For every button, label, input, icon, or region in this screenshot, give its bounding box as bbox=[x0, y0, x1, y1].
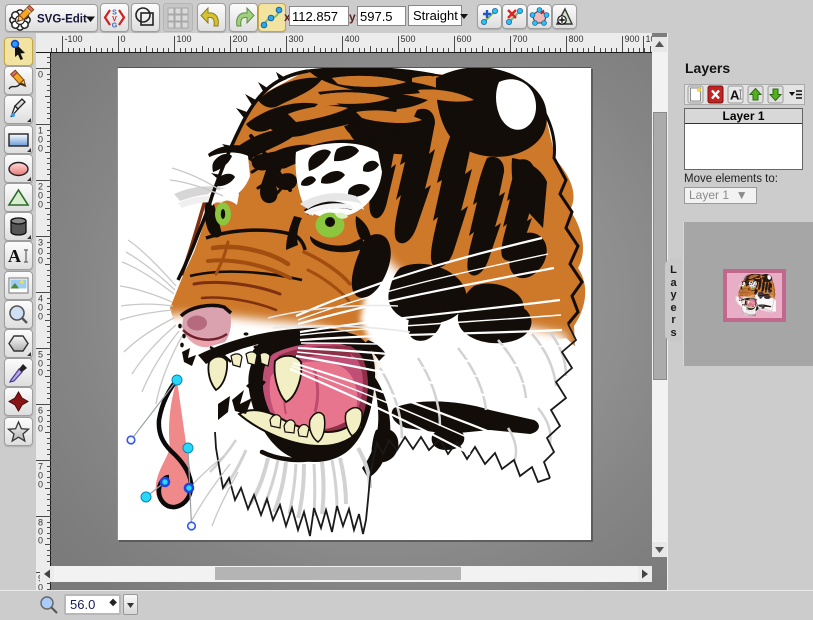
svg-text:A: A bbox=[730, 88, 740, 103]
svg-text:700: 700 bbox=[513, 34, 528, 44]
svg-text:0: 0 bbox=[38, 424, 43, 434]
svg-text:A: A bbox=[8, 246, 21, 266]
svg-text:G: G bbox=[112, 23, 118, 30]
svg-text:0: 0 bbox=[38, 144, 43, 154]
svg-text:500: 500 bbox=[401, 34, 416, 44]
svg-text:SVG-Edit: SVG-Edit bbox=[37, 14, 87, 26]
svg-text:100: 100 bbox=[177, 34, 192, 44]
svg-text:0: 0 bbox=[38, 536, 43, 546]
svg-text:0: 0 bbox=[38, 200, 43, 210]
svg-text:0: 0 bbox=[38, 368, 43, 378]
svg-text:900: 900 bbox=[625, 34, 640, 44]
svg-text:0: 0 bbox=[121, 34, 126, 44]
svg-text:0: 0 bbox=[38, 480, 43, 490]
svg-text:600: 600 bbox=[457, 34, 472, 44]
svg-text:400: 400 bbox=[345, 34, 360, 44]
svg-text:300: 300 bbox=[289, 34, 304, 44]
svg-text:0: 0 bbox=[38, 256, 43, 266]
svg-text:0: 0 bbox=[38, 70, 43, 80]
svg-text:0: 0 bbox=[38, 583, 43, 591]
svg-text:200: 200 bbox=[233, 34, 248, 44]
svg-text:800: 800 bbox=[569, 34, 584, 44]
svg-text:-100: -100 bbox=[65, 34, 83, 44]
svg-text:0: 0 bbox=[38, 312, 43, 322]
